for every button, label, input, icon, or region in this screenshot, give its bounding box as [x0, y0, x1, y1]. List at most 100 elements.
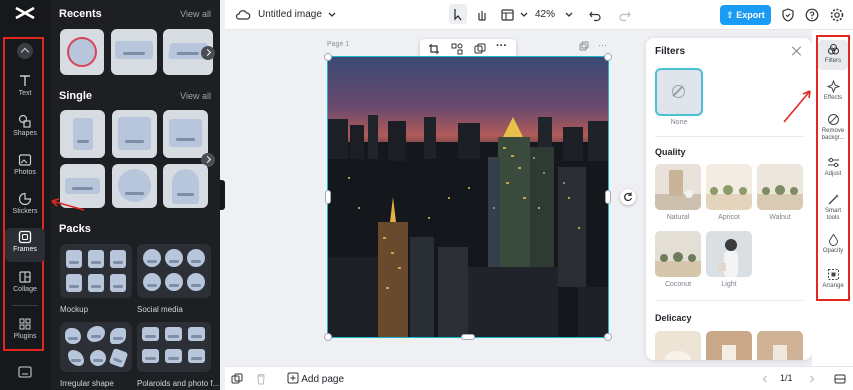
filter-light[interactable] [706, 231, 752, 277]
document-title[interactable]: Untitled image [258, 9, 322, 20]
rotate-button[interactable] [620, 189, 636, 205]
hand-icon[interactable] [474, 7, 490, 23]
pack-label: Irregular shape [60, 379, 114, 388]
resize-handle-bottom-left[interactable] [324, 333, 332, 341]
filter-delicacy-2[interactable] [706, 331, 752, 360]
rail-item-text[interactable]: Text [5, 72, 45, 106]
chevron-down-icon[interactable] [324, 7, 340, 23]
annotation-arrow-left [51, 198, 85, 211]
remove-background-icon [827, 114, 839, 125]
copy-page-icon[interactable] [579, 41, 589, 51]
duplicate-icon[interactable] [474, 43, 486, 58]
filter-delicacy-1[interactable] [655, 331, 701, 360]
opacity-icon [828, 233, 838, 246]
tool-effects[interactable]: Effects [818, 80, 848, 102]
rail-item-stickers[interactable]: Stickers [5, 190, 45, 224]
pack-polaroids[interactable] [137, 322, 211, 372]
recent-frame-circle[interactable] [60, 29, 104, 75]
tool-arrange[interactable]: Arrange [818, 268, 848, 290]
add-page-button[interactable]: Add page [287, 372, 344, 386]
text-icon [20, 75, 30, 86]
pages-panel-icon[interactable] [834, 373, 846, 385]
crop-icon[interactable] [428, 43, 440, 58]
resize-handle-top-right[interactable] [604, 53, 612, 61]
single-frame-arch[interactable] [163, 164, 208, 208]
chevron-down-icon[interactable] [561, 7, 577, 23]
help-icon[interactable] [804, 7, 820, 23]
tool-opacity[interactable]: Opacity [818, 233, 848, 255]
resize-handle-top-left[interactable] [324, 53, 332, 61]
single-view-all[interactable]: View all [180, 91, 211, 101]
pack-social-media[interactable] [137, 244, 211, 298]
shield-icon[interactable] [780, 7, 796, 23]
redo-icon[interactable] [617, 7, 633, 23]
add-page-icon [287, 372, 299, 384]
filter-walnut[interactable] [757, 164, 803, 210]
rotate-icon [624, 192, 633, 202]
filter-none[interactable] [655, 68, 703, 116]
rail-item-label: Text [18, 90, 32, 97]
rail-item-photos[interactable]: Photos [5, 151, 45, 185]
photos-icon [18, 154, 32, 166]
prev-page-icon[interactable] [760, 374, 770, 384]
collapse-panel-handle[interactable] [220, 180, 225, 210]
next-page-icon[interactable] [807, 374, 817, 384]
page-more-icon[interactable]: ··· [598, 40, 607, 50]
page-thumbnail-icon[interactable] [231, 373, 243, 385]
delete-icon[interactable] [255, 373, 267, 385]
resize-handle-left[interactable] [325, 190, 331, 204]
single-frame-portrait[interactable] [60, 110, 105, 158]
filter-label: Natural [666, 214, 690, 221]
close-icon[interactable] [792, 46, 802, 56]
undo-icon[interactable] [587, 7, 603, 23]
settings-gear-icon[interactable] [829, 7, 845, 23]
export-button[interactable]: ⇪ Export [720, 5, 771, 25]
rail-item-shapes[interactable]: Shapes [5, 112, 45, 146]
recents-view-all[interactable]: View all [180, 9, 211, 19]
divider [655, 300, 803, 301]
capcut-logo [15, 6, 35, 20]
pack-label: Mockup [60, 305, 89, 314]
filter-delicacy-3[interactable] [757, 331, 803, 360]
chevron-down-icon[interactable] [516, 7, 532, 23]
cloud-icon[interactable] [235, 7, 251, 23]
rail-item-frames[interactable]: Frames [5, 228, 45, 262]
zoom-level[interactable]: 42% [535, 9, 555, 20]
floating-toolbar: ··· [420, 39, 516, 59]
tool-smart-tools[interactable]: Smart tools [818, 193, 848, 222]
recents-next-button[interactable] [201, 46, 215, 60]
resize-handle-bottom[interactable] [461, 334, 475, 340]
tool-adjust[interactable]: Adjust [818, 156, 848, 178]
filter-coconut[interactable] [655, 231, 701, 277]
more-options-icon[interactable]: ··· [496, 40, 507, 52]
rail-item-collage[interactable]: Collage [5, 268, 45, 302]
tool-filters[interactable]: Filters [818, 40, 848, 70]
group-icon[interactable] [451, 43, 463, 58]
single-frame-square[interactable] [112, 110, 157, 158]
single-frame-landscape[interactable] [163, 110, 208, 158]
effects-icon [826, 80, 840, 93]
bottom-bar: Add page 1/1 [225, 366, 853, 390]
upload-icon: ⇪ [726, 10, 737, 20]
pack-mockup[interactable] [60, 244, 132, 298]
rail-item-label: Photos [14, 169, 36, 176]
collapse-rail-button[interactable] [17, 43, 33, 59]
tool-remove-background[interactable]: Remove backgr... [818, 113, 848, 142]
rail-item-plugins[interactable]: Plugins [5, 315, 45, 349]
resize-handle-bottom-right[interactable] [604, 333, 612, 341]
filter-apricot[interactable] [706, 164, 752, 210]
keyboard-icon[interactable] [18, 366, 32, 378]
pack-irregular-shape[interactable] [60, 322, 132, 372]
recents-title: Recents [59, 8, 102, 20]
canvas-photo-bangkok-night[interactable] [327, 56, 609, 338]
pointer-icon [454, 9, 462, 21]
rail-item-label: Plugins [13, 333, 37, 340]
single-frame-circle[interactable] [112, 164, 157, 208]
layout-icon[interactable] [500, 7, 516, 23]
filter-natural[interactable] [655, 164, 701, 210]
resize-handle-right[interactable] [605, 190, 611, 204]
recent-frame-wide[interactable] [111, 29, 157, 75]
filter-label: None [670, 119, 688, 126]
rail-item-label: Frames [13, 246, 37, 253]
select-tool-button[interactable] [449, 4, 467, 24]
